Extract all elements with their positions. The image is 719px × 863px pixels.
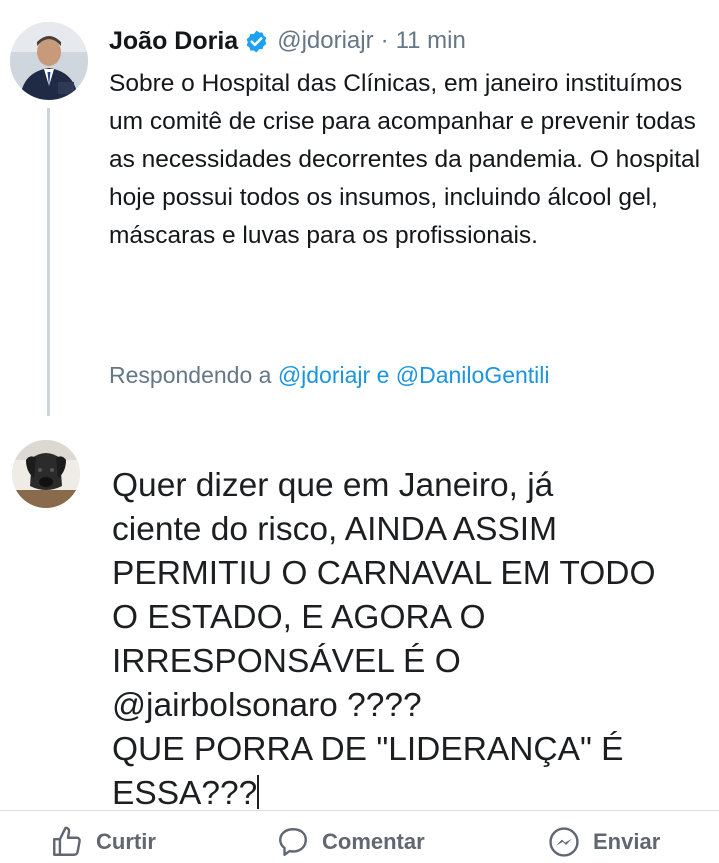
action-bar: Curtir Comentar Enviar: [0, 820, 719, 863]
comment-label: Comentar: [322, 828, 425, 854]
send-label: Enviar: [593, 828, 661, 854]
like-button[interactable]: Curtir: [50, 820, 156, 863]
thread-line: [47, 108, 50, 416]
replying-prefix: Respondendo a: [109, 362, 272, 388]
embedded-tweet: João Doria @jdoriajr · 11 min Sobre o Ho…: [0, 0, 719, 420]
replying-joiner: e: [376, 362, 390, 388]
thumbs-up-icon: [53, 826, 81, 856]
comment-button[interactable]: Comentar: [276, 820, 425, 863]
verified-badge-icon: [244, 29, 269, 54]
tweet-text: Sobre o Hospital das Clínicas, em janeir…: [109, 70, 701, 249]
replying-mention-jdoriajr[interactable]: @jdoriajr: [278, 362, 370, 388]
replying-to: Respondendo a @jdoriajr e @DaniloGentili: [109, 362, 550, 389]
comment-text-content: Quer dizer que em Janeiro, já ciente do …: [112, 467, 656, 812]
actions-divider: [0, 810, 719, 811]
comment-text: Quer dizer que em Janeiro, já ciente do …: [112, 464, 702, 816]
messenger-icon: [549, 826, 579, 857]
header-separator: ·: [380, 27, 389, 54]
like-label: Curtir: [96, 828, 156, 854]
user-comment: Quer dizer que em Janeiro, já ciente do …: [0, 430, 719, 812]
tweet-body: João Doria @jdoriajr · 11 min Sobre o Ho…: [109, 22, 709, 255]
tweet-header: João Doria @jdoriajr · 11 min: [109, 22, 709, 60]
replying-mention-danilogentili[interactable]: @DaniloGentili: [396, 362, 550, 388]
tweet-handle[interactable]: @jdoriajr: [277, 27, 373, 55]
commenter-avatar[interactable]: [12, 440, 80, 508]
text-cursor: [257, 775, 260, 809]
speech-bubble-icon: [279, 827, 307, 856]
send-button[interactable]: Enviar: [547, 820, 660, 863]
tweet-timestamp[interactable]: 11 min: [396, 27, 466, 55]
tweet-author-name[interactable]: João Doria: [109, 27, 238, 56]
tweet-author-avatar[interactable]: [10, 22, 88, 100]
